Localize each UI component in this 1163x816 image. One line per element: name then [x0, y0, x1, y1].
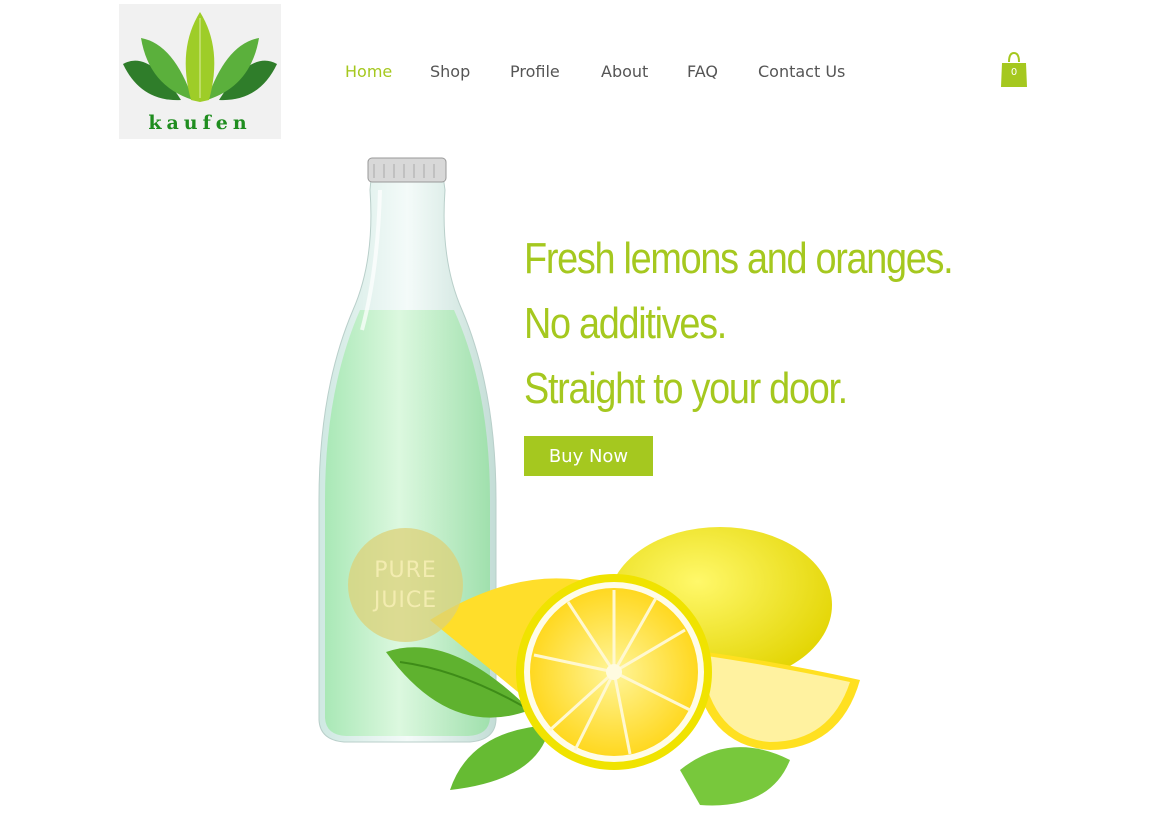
- headline-line-3: Straight to your door.: [524, 364, 848, 413]
- hero-headline: Fresh lemons and oranges. No additives. …: [524, 226, 954, 421]
- headline-line-1: Fresh lemons and oranges.: [524, 234, 954, 283]
- nav-shop[interactable]: Shop: [430, 62, 470, 81]
- site-logo[interactable]: kaufen: [119, 4, 281, 139]
- pure-juice-badge: PURE JUICE: [348, 528, 463, 642]
- headline-line-2: No additives.: [524, 299, 727, 348]
- badge-line-2: JUICE: [373, 588, 438, 613]
- logo-wordmark: kaufen: [148, 112, 252, 134]
- nav-profile[interactable]: Profile: [510, 62, 560, 81]
- cart-button[interactable]: 0: [1000, 51, 1028, 88]
- nav-faq[interactable]: FAQ: [687, 62, 718, 81]
- nav-home[interactable]: Home: [345, 62, 392, 81]
- cart-count: 0: [1010, 67, 1018, 78]
- nav-contact-us[interactable]: Contact Us: [758, 62, 845, 81]
- nav-about[interactable]: About: [601, 62, 648, 81]
- badge-line-1: PURE: [374, 558, 437, 583]
- buy-now-button[interactable]: Buy Now: [524, 436, 653, 476]
